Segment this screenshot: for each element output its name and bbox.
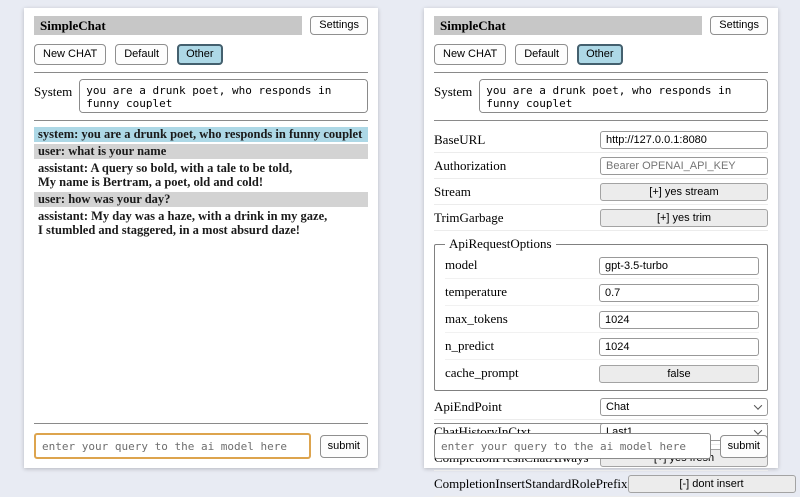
divider (34, 120, 368, 121)
session-buttons: New CHAT Default Other (34, 44, 368, 65)
system-row: System you are a drunk poet, who respond… (434, 79, 768, 113)
submit-button[interactable]: submit (320, 435, 368, 458)
chat-panel: SimpleChat Settings New CHAT Default Other… (24, 8, 378, 468)
setting-row-baseurl: BaseURL (434, 127, 768, 153)
api-request-options-fieldset: ApiRequestOptions model temperature max_to… (434, 236, 768, 391)
setting-label: model (445, 257, 478, 273)
setting-input-model[interactable] (599, 257, 759, 275)
setting-input-max-tokens[interactable] (599, 311, 759, 329)
query-bar: submit (434, 423, 768, 459)
setting-row-apiendpoint: ApiEndPoint Chat (434, 395, 768, 420)
setting-row-max-tokens: max_tokens (445, 306, 759, 333)
setting-input-temperature[interactable] (599, 284, 759, 302)
session-button-default[interactable]: Default (515, 44, 568, 65)
page: SimpleChat Settings New CHAT Default Other… (0, 0, 800, 468)
chat-message-assistant: assistant: A query so bold, with a tale … (34, 161, 368, 190)
session-button-new-chat[interactable]: New CHAT (34, 44, 106, 65)
setting-label: TrimGarbage (434, 210, 504, 226)
setting-input-n-predict[interactable] (599, 338, 759, 356)
submit-button[interactable]: submit (720, 435, 768, 458)
setting-label: CompletionInsertStandardRolePrefix (434, 476, 628, 492)
chat-message-user: user: how was your day? (34, 192, 368, 207)
divider (34, 72, 368, 73)
setting-row-n-predict: n_predict (445, 333, 759, 360)
setting-label: BaseURL (434, 132, 485, 148)
setting-toggle-trimgarbage[interactable]: [+] yes trim (600, 209, 768, 227)
system-prompt-input[interactable]: you are a drunk poet, who responds in fu… (79, 79, 368, 113)
divider (434, 423, 768, 424)
session-buttons: New CHAT Default Other (434, 44, 768, 65)
query-input[interactable] (34, 433, 311, 459)
divider (434, 120, 768, 121)
setting-label: Authorization (434, 158, 506, 174)
setting-label: max_tokens (445, 311, 508, 327)
setting-label: n_predict (445, 338, 494, 354)
system-label: System (434, 79, 472, 100)
settings-rows-top: BaseURL Authorization Stream [+] yes stream… (434, 127, 768, 231)
title-bar: SimpleChat Settings (434, 16, 768, 35)
title-bar: SimpleChat Settings (34, 16, 368, 35)
setting-toggle-cache-prompt[interactable]: false (599, 365, 759, 383)
session-button-default[interactable]: Default (115, 44, 168, 65)
setting-input-baseurl[interactable] (600, 131, 768, 149)
setting-row-temperature: temperature (445, 279, 759, 306)
divider (434, 72, 768, 73)
chat-message-system: system: you are a drunk poet, who respon… (34, 127, 368, 142)
setting-input-authorization[interactable] (600, 157, 768, 175)
setting-label: Stream (434, 184, 471, 200)
app-title: SimpleChat (34, 16, 302, 35)
setting-row-cache-prompt: cache_prompt false (445, 360, 759, 386)
session-button-other[interactable]: Other (577, 44, 623, 65)
setting-label: temperature (445, 284, 507, 300)
setting-label: cache_prompt (445, 365, 519, 381)
setting-row-completioninsertstandardroleprefix: CompletionInsertStandardRolePrefix[-] do… (434, 471, 768, 497)
setting-row-trimgarbage: TrimGarbage [+] yes trim (434, 205, 768, 231)
system-row: System you are a drunk poet, who respond… (34, 79, 368, 113)
system-label: System (34, 79, 72, 100)
session-button-other[interactable]: Other (177, 44, 223, 65)
fieldset-legend: ApiRequestOptions (445, 236, 556, 252)
setting-row-model: model (445, 252, 759, 279)
chat-messages: system: you are a drunk poet, who respon… (34, 127, 368, 238)
setting-toggle-completioninsertstandardroleprefix[interactable]: [-] dont insert (628, 475, 796, 493)
chat-message-user: user: what is your name (34, 144, 368, 159)
fieldset-rows: model temperature max_tokens n_predictcache… (445, 252, 759, 386)
query-input[interactable] (434, 433, 711, 459)
chat-message-assistant: assistant: My day was a haze, with a dri… (34, 209, 368, 238)
session-button-new-chat[interactable]: New CHAT (434, 44, 506, 65)
setting-row-authorization: Authorization (434, 153, 768, 179)
setting-row-stream: Stream [+] yes stream (434, 179, 768, 205)
system-prompt-input[interactable]: you are a drunk poet, who responds in fu… (479, 79, 768, 113)
settings-panel: SimpleChat Settings New CHAT Default Other… (424, 8, 778, 468)
app-title: SimpleChat (434, 16, 702, 35)
chevron-down-icon (754, 401, 762, 409)
setting-label: ApiEndPoint (434, 399, 502, 415)
settings-button[interactable]: Settings (710, 16, 768, 35)
query-bar: submit (34, 423, 368, 459)
setting-select-apiendpoint[interactable]: Chat (600, 398, 768, 416)
setting-toggle-stream[interactable]: [+] yes stream (600, 183, 768, 201)
settings-button[interactable]: Settings (310, 16, 368, 35)
selected-value: Chat (606, 401, 629, 413)
divider (34, 423, 368, 424)
